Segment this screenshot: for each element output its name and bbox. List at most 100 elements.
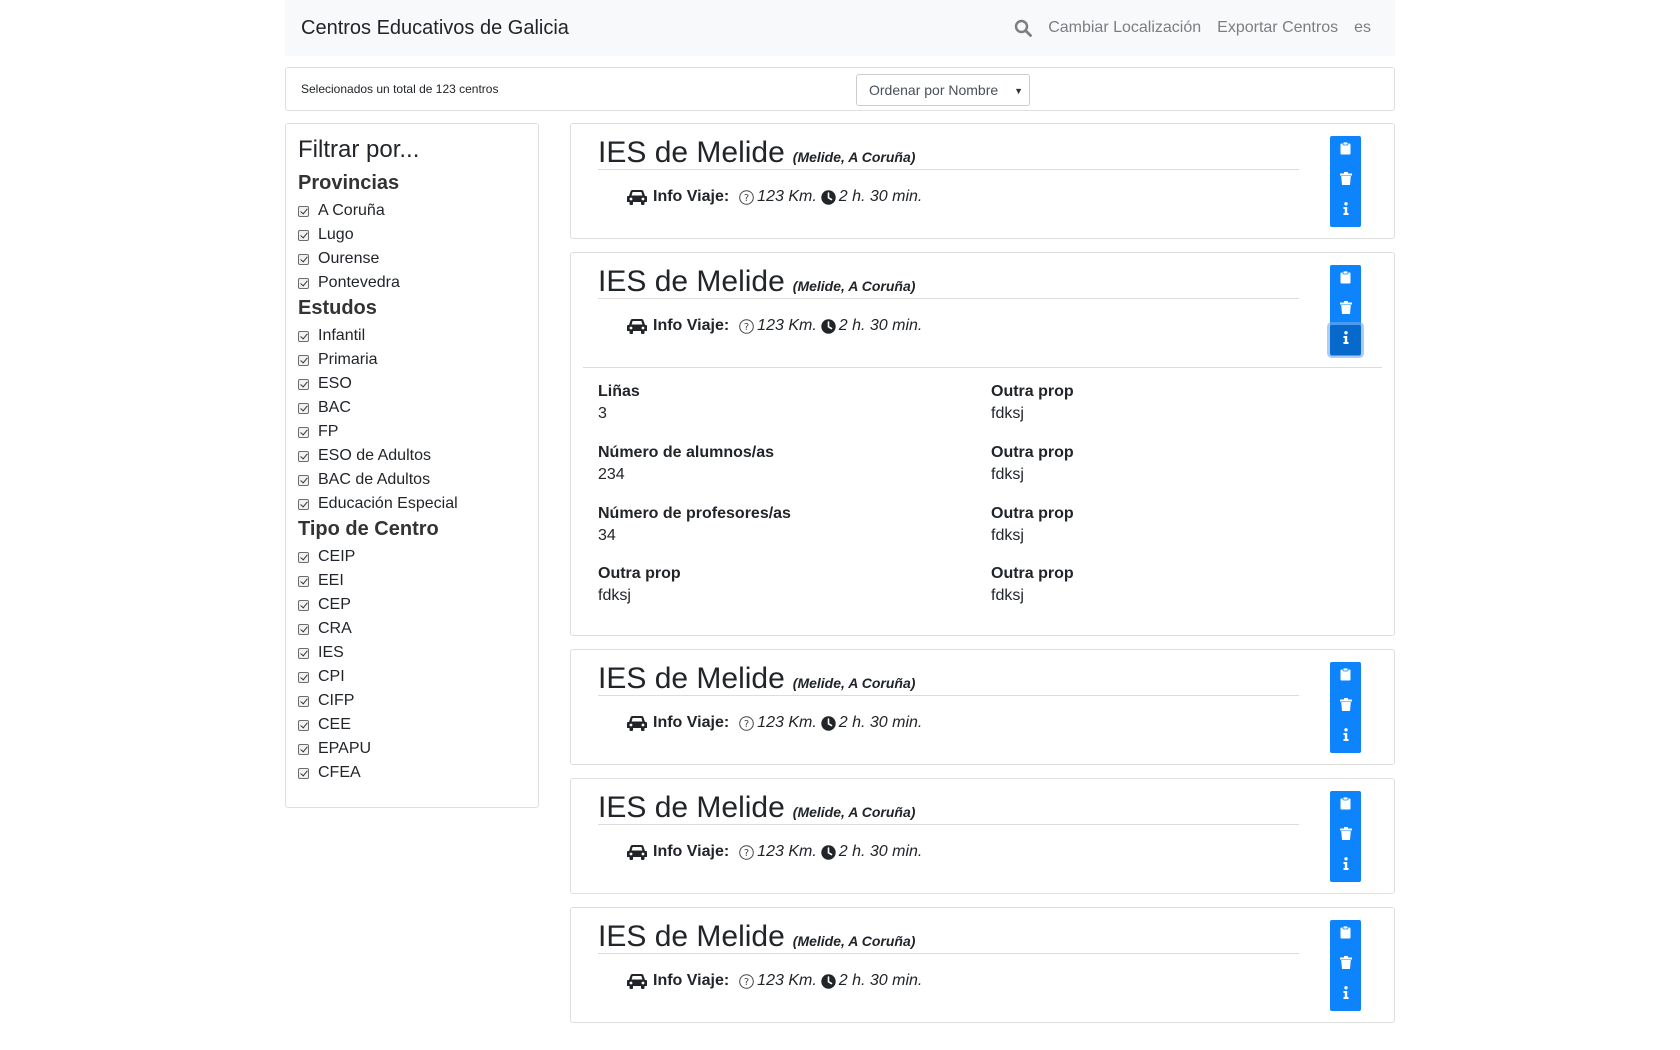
filter-option[interactable]: A Coruña: [298, 199, 526, 223]
checkbox[interactable]: [298, 599, 309, 611]
checkbox[interactable]: [298, 205, 309, 217]
center-name[interactable]: IES de Melide: [598, 265, 785, 299]
info-icon: [1343, 857, 1349, 875]
filter-option-label: CIFP: [318, 692, 355, 709]
info-button[interactable]: [1330, 851, 1361, 881]
car-icon: [627, 189, 647, 205]
clipboard-button[interactable]: [1330, 662, 1361, 692]
clipboard-button[interactable]: [1330, 265, 1361, 295]
delete-button[interactable]: [1330, 692, 1361, 722]
filter-option[interactable]: EEI: [298, 569, 526, 593]
filter-option[interactable]: FP: [298, 420, 526, 444]
checkbox[interactable]: [298, 575, 309, 587]
info-icon: [1343, 331, 1349, 349]
checkbox[interactable]: [298, 330, 309, 342]
clipboard-button[interactable]: [1330, 920, 1361, 950]
center-location: (Melide, A Coruña): [792, 675, 916, 691]
delete-button[interactable]: [1330, 821, 1361, 851]
change-location-link[interactable]: Cambiar Localización: [1048, 19, 1201, 37]
clipboard-button[interactable]: [1330, 136, 1361, 166]
filter-option[interactable]: CEP: [298, 593, 526, 617]
filter-option[interactable]: BAC de Adultos: [298, 468, 526, 492]
filter-group-tipo: Tipo de Centro CEIP EEI CEP CRA IES CPI CIFP CE…: [298, 518, 526, 785]
filter-option[interactable]: CEE: [298, 713, 526, 737]
checkbox[interactable]: [298, 623, 309, 635]
sort-select[interactable]: Ordenar por Nombre ▼: [856, 74, 1030, 106]
filter-option[interactable]: CIFP: [298, 689, 526, 713]
checkbox[interactable]: [298, 229, 309, 241]
info-button[interactable]: [1330, 980, 1361, 1010]
clock-icon: [821, 973, 836, 989]
info-button[interactable]: [1330, 196, 1361, 226]
filters-title: Filtrar por...: [298, 136, 420, 163]
center-name[interactable]: IES de Melide: [598, 136, 785, 170]
checkbox[interactable]: [298, 450, 309, 462]
search-icon[interactable]: [1014, 19, 1033, 37]
filter-option-label: CFEA: [318, 764, 361, 781]
clock-icon: [821, 318, 836, 334]
center-card: IES de Melide (Melide, A Coruña) Info Viaj…: [570, 907, 1395, 1023]
checkbox[interactable]: [298, 719, 309, 731]
detail-value: 34: [598, 526, 616, 544]
filter-option[interactable]: Lugo: [298, 223, 526, 247]
checkbox[interactable]: [298, 647, 309, 659]
filter-option[interactable]: Ourense: [298, 247, 526, 271]
checkbox[interactable]: [298, 402, 309, 414]
filter-option[interactable]: CPI: [298, 665, 526, 689]
filter-option-label: ESO: [318, 375, 352, 392]
travel-time: 2 h. 30 min.: [838, 843, 923, 860]
checkbox[interactable]: [298, 354, 309, 366]
center-title: IES de Melide (Melide, A Coruña): [598, 265, 1299, 299]
checkbox[interactable]: [298, 426, 309, 438]
filter-option-label: Pontevedra: [318, 274, 400, 291]
detail-value: fdksj: [598, 587, 631, 605]
filter-option[interactable]: EPAPU: [298, 737, 526, 761]
center-card-header: IES de Melide (Melide, A Coruña) Info Viaj…: [571, 650, 1394, 764]
filter-option[interactable]: CEIP: [298, 545, 526, 569]
checkbox[interactable]: [298, 253, 309, 265]
info-icon: [1343, 202, 1349, 220]
center-name[interactable]: IES de Melide: [598, 791, 785, 825]
delete-button[interactable]: [1330, 166, 1361, 196]
checkbox[interactable]: [298, 551, 309, 563]
checkbox[interactable]: [298, 671, 309, 683]
card-actions: [1330, 265, 1361, 356]
filter-option[interactable]: Infantil: [298, 324, 526, 348]
detail-property: Outra prop fdksj: [991, 504, 1371, 560]
checkbox[interactable]: [298, 695, 309, 707]
filter-option[interactable]: BAC: [298, 396, 526, 420]
filter-option[interactable]: ESO: [298, 372, 526, 396]
filter-option[interactable]: Primaria: [298, 348, 526, 372]
filter-option[interactable]: Educación Especial: [298, 492, 526, 516]
filter-option-label: ESO de Adultos: [318, 447, 431, 464]
delete-button[interactable]: [1330, 950, 1361, 980]
filter-option[interactable]: Pontevedra: [298, 271, 526, 295]
navbar: Centros Educativos de Galicia Cambiar Lo…: [285, 0, 1395, 56]
center-title: IES de Melide (Melide, A Coruña): [598, 920, 1299, 954]
filter-option[interactable]: IES: [298, 641, 526, 665]
checkbox[interactable]: [298, 767, 309, 779]
filter-option-label: Educación Especial: [318, 495, 458, 512]
export-centers-link[interactable]: Exportar Centros: [1217, 19, 1338, 37]
clipboard-button[interactable]: [1330, 791, 1361, 821]
info-button[interactable]: [1330, 325, 1361, 355]
info-button[interactable]: [1330, 722, 1361, 752]
detail-key: Outra prop: [991, 504, 1074, 522]
center-name[interactable]: IES de Melide: [598, 662, 785, 696]
sort-selected-value: Ordenar por Nombre: [869, 82, 999, 98]
detail-property: Outra prop fdksj: [991, 382, 1371, 438]
filter-option[interactable]: CFEA: [298, 761, 526, 785]
delete-button[interactable]: [1330, 295, 1361, 325]
filter-option[interactable]: ESO de Adultos: [298, 444, 526, 468]
brand-title[interactable]: Centros Educativos de Galicia: [301, 17, 569, 40]
checkbox[interactable]: [298, 474, 309, 486]
checkbox[interactable]: [298, 743, 309, 755]
filter-option-label: CPI: [318, 668, 345, 685]
checkbox[interactable]: [298, 378, 309, 390]
filter-option-label: EEI: [318, 572, 344, 589]
language-selector[interactable]: es: [1354, 19, 1371, 37]
checkbox[interactable]: [298, 498, 309, 510]
center-name[interactable]: IES de Melide: [598, 920, 785, 954]
checkbox[interactable]: [298, 277, 309, 289]
filter-option[interactable]: CRA: [298, 617, 526, 641]
